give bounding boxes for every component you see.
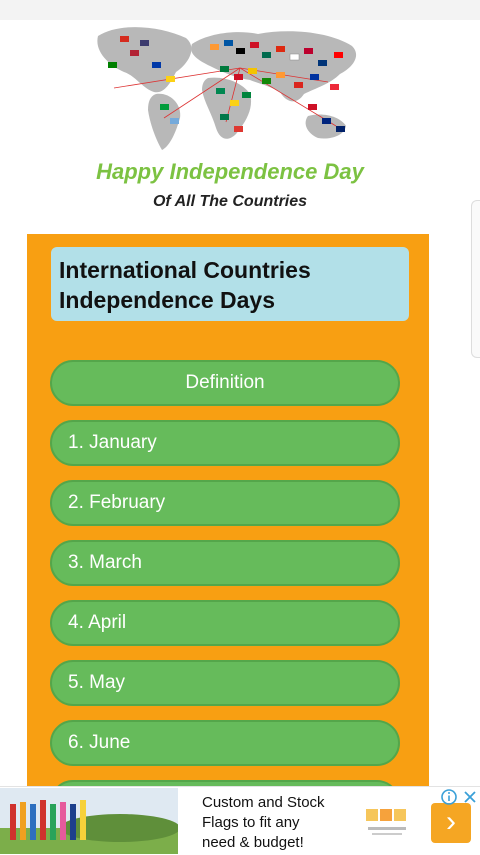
month-button-march[interactable]: 3. March xyxy=(50,540,400,586)
ad-text-line3: need & budget! xyxy=(202,834,304,851)
month-button-april[interactable]: 4. April xyxy=(50,600,400,646)
month-button-february[interactable]: 2. February xyxy=(50,480,400,526)
world-flags-map xyxy=(97,27,357,150)
ad-banner[interactable]: Custom and Stock Flags to fit any need &… xyxy=(0,786,480,855)
month-button-may[interactable]: 5. May xyxy=(50,660,400,706)
ad-flags-image xyxy=(0,788,178,854)
scroll-indicator[interactable] xyxy=(471,200,480,358)
chevron-right-icon[interactable]: › xyxy=(431,803,471,843)
status-strip xyxy=(0,0,480,20)
month-button-january[interactable]: 1. January xyxy=(50,420,400,466)
subline: Of All The Countries xyxy=(152,193,308,210)
ad-text-line1: Custom and Stock xyxy=(202,794,325,811)
ad-text[interactable]: Custom and Stock Flags to fit any need &… xyxy=(202,793,362,853)
advertiser-logo xyxy=(366,809,406,835)
close-icon[interactable] xyxy=(461,788,479,806)
header-graphic: Happy Independence Day Of All The Countr… xyxy=(80,20,380,216)
months-panel: International Countries Independence Day… xyxy=(27,234,429,794)
panel-title-line1: International Countries xyxy=(59,257,311,283)
panel-title-box: International Countries Independence Day… xyxy=(51,247,409,321)
panel-title-line2: Independence Days xyxy=(59,287,276,313)
headline: Happy Independence Day xyxy=(96,159,364,184)
info-icon[interactable] xyxy=(440,788,458,806)
definition-button[interactable]: Definition xyxy=(50,360,400,406)
ad-text-line2: Flags to fit any xyxy=(202,814,300,831)
month-button-june[interactable]: 6. June xyxy=(50,720,400,766)
